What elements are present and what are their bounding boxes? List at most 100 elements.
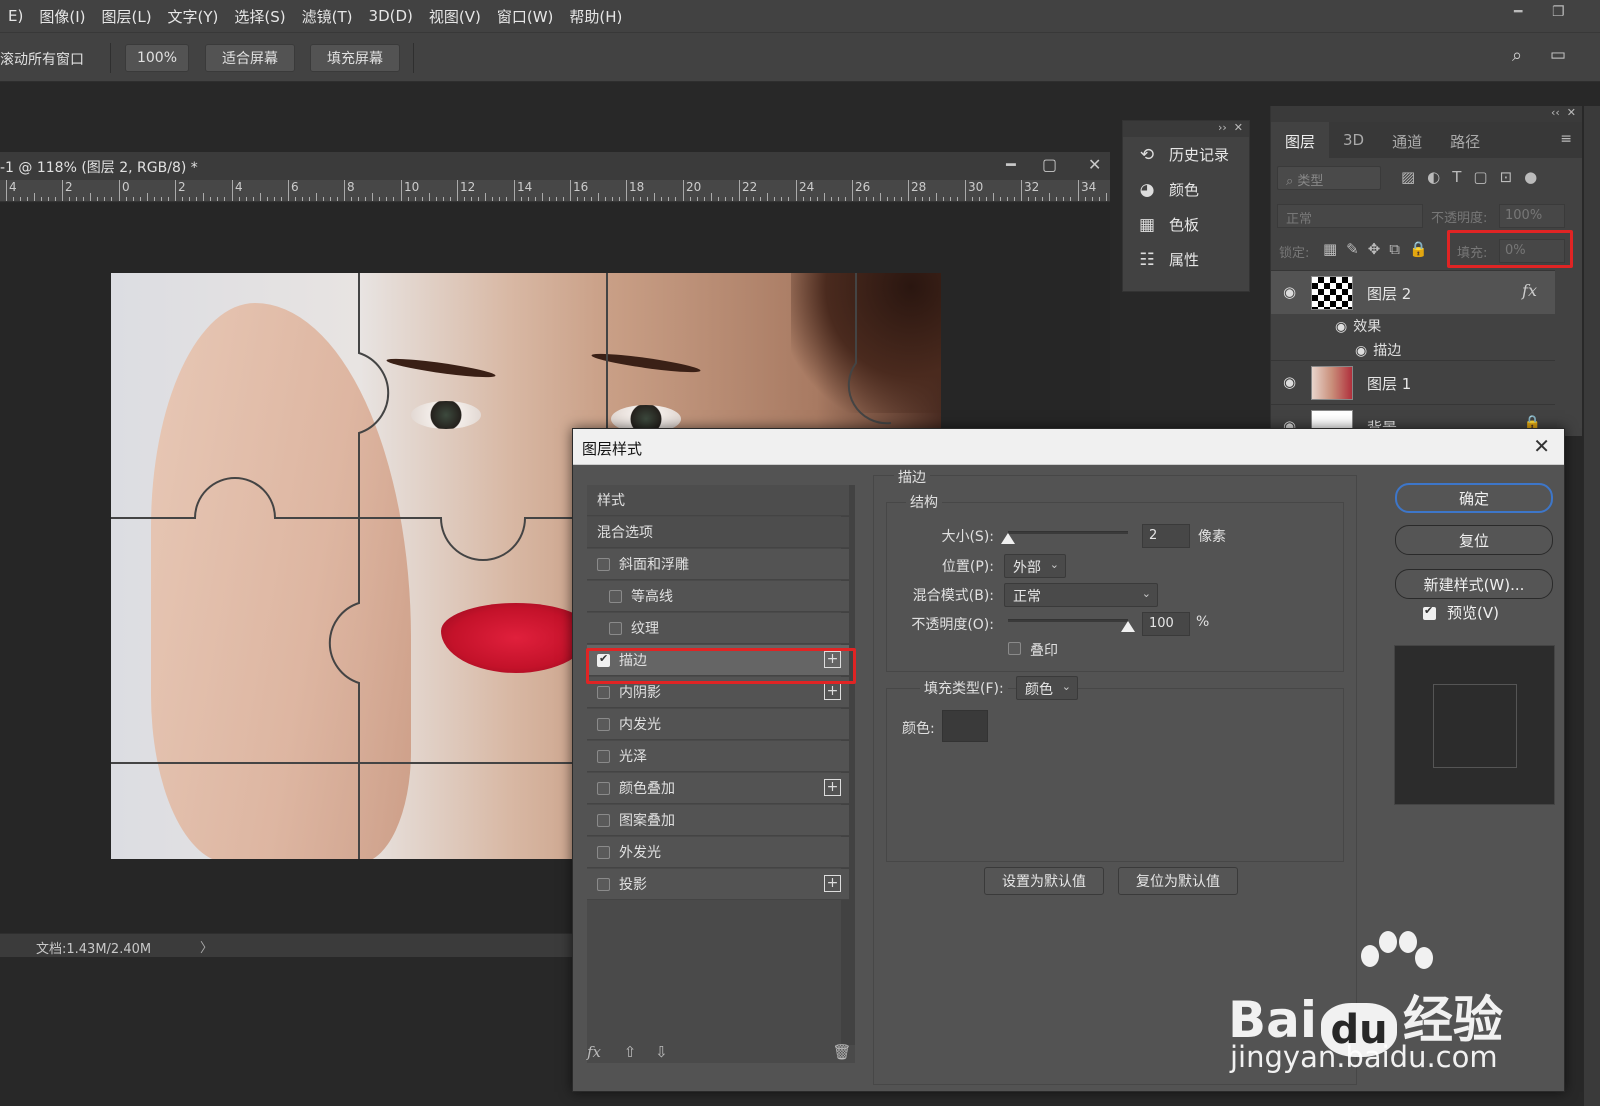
tab-paths[interactable]: 路径: [1436, 122, 1494, 158]
ruler-minor-tick: [239, 197, 240, 201]
tab-channels[interactable]: 通道: [1378, 122, 1436, 158]
style-item-1[interactable]: 斜面和浮雕: [587, 549, 849, 580]
close-icon[interactable]: ✕: [1533, 434, 1550, 458]
layer-effects-row[interactable]: ◉ 效果: [1335, 316, 1381, 336]
fill-type-select[interactable]: 颜色 ⌄: [1016, 676, 1078, 700]
layer-row-1[interactable]: ◉ 图层 1: [1271, 360, 1555, 404]
size-slider-thumb[interactable]: [1001, 533, 1015, 544]
panel-color[interactable]: ◕ 颜色: [1123, 172, 1249, 207]
style-checkbox[interactable]: [597, 749, 610, 763]
restore-icon[interactable]: ❐: [1552, 4, 1565, 20]
menu-select[interactable]: 选择(S): [226, 6, 293, 27]
status-menu-arrow-icon[interactable]: 〉: [200, 937, 213, 956]
menu-window[interactable]: 窗口(W): [489, 6, 562, 27]
style-checkbox[interactable]: [597, 557, 610, 571]
stroke-eye-icon[interactable]: ◉: [1355, 343, 1367, 359]
color-swatch[interactable]: [942, 710, 988, 742]
scroll-all-windows-label[interactable]: 滚动所有窗口: [0, 49, 84, 69]
layer-effect-stroke-row[interactable]: ◉ 描边: [1355, 340, 1401, 360]
reset-default-button[interactable]: 复位为默认值: [1118, 867, 1238, 895]
style-item-7[interactable]: 光泽: [587, 741, 849, 772]
opacity-slider[interactable]: [1008, 619, 1128, 622]
preview-checkbox[interactable]: [1423, 604, 1436, 620]
lock-icons[interactable]: ▦✎✥⧉🔒: [1323, 240, 1437, 258]
menu-filter[interactable]: 滤镜(T): [294, 6, 361, 27]
horizontal-ruler[interactable]: 4 2 0 2 4 6 8 10 12 14 16 18 20 22 24 26 28 30 32 34: [0, 180, 1110, 202]
blend-mode-select[interactable]: 正常 ⌄: [1004, 583, 1158, 607]
style-item-3[interactable]: 纹理: [587, 613, 849, 644]
style-checkbox[interactable]: [609, 621, 622, 635]
layer-filter-icons[interactable]: ▨◐T▢⊡●: [1401, 168, 1549, 186]
visibility-eye-icon[interactable]: ◉: [1283, 373, 1296, 391]
add-style-icon[interactable]: +: [824, 875, 841, 892]
search-icon[interactable]: ⌕: [1512, 45, 1522, 66]
style-checkbox[interactable]: [597, 877, 610, 891]
style-checkbox[interactable]: [597, 685, 610, 699]
menu-layer[interactable]: 图层(L): [93, 6, 159, 27]
fx-menu-icon[interactable]: fx: [587, 1043, 601, 1061]
menu-view[interactable]: 视图(V): [421, 6, 489, 27]
size-slider[interactable]: [1008, 531, 1128, 534]
ruler-major-tick: [457, 180, 458, 201]
fit-screen-button[interactable]: 适合屏幕: [205, 44, 295, 72]
position-select[interactable]: 外部 ⌄: [1004, 554, 1066, 578]
document-title[interactable]: -1 @ 118% (图层 2, RGB/8) *: [0, 157, 198, 177]
style-item-9[interactable]: 图案叠加: [587, 805, 849, 836]
layer-fx-icon[interactable]: fx: [1522, 281, 1537, 300]
style-item-11[interactable]: 投影 +: [587, 869, 849, 900]
set-default-button[interactable]: 设置为默认值: [984, 867, 1104, 895]
effects-eye-icon[interactable]: ◉: [1335, 319, 1347, 335]
style-checkbox[interactable]: [609, 589, 622, 603]
blend-options-item[interactable]: 混合选项: [587, 517, 849, 548]
menu-3d[interactable]: 3D(D): [361, 7, 421, 25]
menu-image[interactable]: 图像(I): [31, 6, 93, 27]
zoom-100-button[interactable]: 100%: [125, 44, 189, 72]
fill-screen-button[interactable]: 填充屏幕: [310, 44, 400, 72]
chevron-down-icon: ⌄: [1141, 587, 1151, 600]
workspace-icon[interactable]: ▭: [1550, 45, 1566, 65]
style-item-8[interactable]: 颜色叠加 +: [587, 773, 849, 804]
menu-help[interactable]: 帮助(H): [561, 6, 630, 27]
delete-icon[interactable]: 🗑: [833, 1043, 852, 1061]
doc-size-readout[interactable]: 文档:1.43M/2.40M: [36, 938, 151, 957]
panel-menu-icon[interactable]: ≡: [1550, 122, 1582, 158]
reset-button[interactable]: 复位: [1395, 525, 1553, 555]
menu-type[interactable]: 文字(Y): [160, 6, 227, 27]
menu-edit[interactable]: E): [0, 7, 31, 25]
tab-layers[interactable]: 图层: [1271, 122, 1330, 158]
mini-panel-header[interactable]: ›› ✕: [1123, 121, 1249, 137]
layer-row-2[interactable]: ◉ 图层 2 fx: [1271, 270, 1555, 314]
style-item-10[interactable]: 外发光: [587, 837, 849, 868]
new-style-button[interactable]: 新建样式(W)...: [1395, 569, 1553, 599]
layers-panel-header[interactable]: ‹‹ ✕: [1271, 106, 1582, 122]
panel-swatches[interactable]: ▦ 色板: [1123, 207, 1249, 242]
panel-history[interactable]: ⟲ 历史记录: [1123, 137, 1249, 172]
layer-opacity-field[interactable]: 100%: [1499, 204, 1565, 228]
doc-maximize-icon[interactable]: ▢: [1042, 155, 1057, 174]
minimize-icon[interactable]: ━: [1514, 4, 1522, 20]
style-checkbox[interactable]: [597, 813, 610, 827]
overprint-checkbox[interactable]: [1008, 642, 1021, 655]
layer-filter-select[interactable]: ⌕ 类型: [1277, 166, 1381, 190]
opacity-field[interactable]: 100: [1142, 612, 1190, 636]
size-field[interactable]: 2: [1142, 524, 1190, 548]
move-down-icon[interactable]: ⇩: [655, 1043, 668, 1061]
styles-header[interactable]: 样式: [587, 485, 849, 516]
layer-blend-mode-select[interactable]: 正常: [1277, 204, 1423, 228]
doc-close-icon[interactable]: ✕: [1088, 155, 1101, 174]
move-up-icon[interactable]: ⇧: [624, 1043, 637, 1061]
style-item-2[interactable]: 等高线: [587, 581, 849, 612]
panel-properties[interactable]: ☷ 属性: [1123, 242, 1249, 277]
style-checkbox[interactable]: [597, 845, 610, 859]
style-checkbox[interactable]: [597, 717, 610, 731]
add-style-icon[interactable]: +: [824, 683, 841, 700]
doc-minimize-icon[interactable]: ━: [1006, 155, 1016, 174]
style-item-6[interactable]: 内发光: [587, 709, 849, 740]
style-checkbox[interactable]: [597, 781, 610, 795]
ok-button[interactable]: 确定: [1395, 483, 1553, 513]
tab-3d[interactable]: 3D: [1329, 122, 1378, 158]
add-style-icon[interactable]: +: [824, 779, 841, 796]
visibility-eye-icon[interactable]: ◉: [1283, 283, 1296, 301]
opacity-slider-thumb[interactable]: [1121, 621, 1135, 632]
ruler-minor-tick: [972, 197, 973, 201]
